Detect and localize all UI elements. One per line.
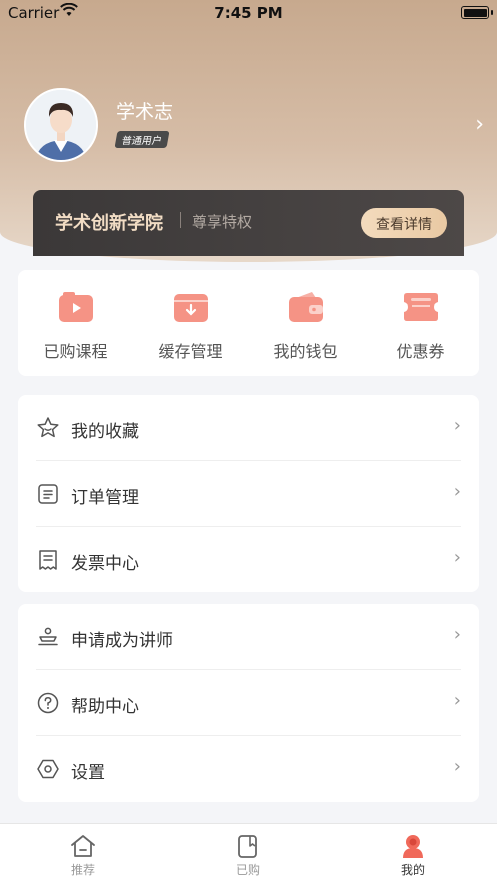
menu-item-orders[interactable]: 订单管理 › [18, 461, 479, 527]
menu-label: 订单管理 [71, 488, 139, 508]
chevron-right-icon: › [453, 690, 461, 711]
vip-title: 学术创新学院 [55, 213, 163, 234]
menu-label: 发票中心 [71, 554, 139, 574]
menu-group-support: 申请成为讲师 › 帮助中心 › 设置 › [18, 604, 479, 802]
vip-banner[interactable]: 学术创新学院 尊享特权 查看详情 [33, 190, 464, 256]
user-icon [403, 835, 423, 858]
quick-item-coupons[interactable]: 优惠券 [363, 270, 478, 376]
quick-item-cache-management[interactable]: 缓存管理 [133, 270, 248, 376]
download-box-icon [174, 294, 208, 322]
chevron-right-icon: › [453, 547, 461, 568]
tab-label: 已购 [235, 863, 260, 877]
chevron-right-icon: › [453, 415, 461, 436]
menu-item-invoices[interactable]: 发票中心 › [18, 527, 479, 593]
quick-item-purchased-courses[interactable]: 已购课程 [18, 270, 133, 376]
quick-label: 优惠券 [396, 342, 445, 361]
menu-item-help-center[interactable]: 帮助中心 › [18, 670, 479, 736]
menu-item-become-lecturer[interactable]: 申请成为讲师 › [18, 604, 479, 670]
avatar[interactable] [24, 88, 98, 162]
profile-header[interactable]: 学术志 普通用户 › [24, 88, 484, 162]
tab-label: 我的 [400, 863, 425, 877]
chevron-right-icon[interactable]: › [475, 112, 484, 137]
menu-label: 设置 [71, 763, 105, 783]
chevron-right-icon: › [453, 756, 461, 777]
status-time: 7:45 PM [214, 4, 283, 22]
lectern-icon [38, 627, 58, 646]
help-icon [37, 692, 59, 714]
menu-label: 帮助中心 [71, 697, 139, 717]
vip-subtitle: 尊享特权 [192, 213, 253, 231]
chevron-right-icon: › [453, 624, 461, 645]
settings-icon [37, 759, 59, 779]
tab-bar: 推荐 已购 我的 [0, 823, 497, 884]
quick-label: 我的钱包 [273, 342, 338, 361]
invoice-icon [39, 550, 57, 570]
menu-label: 申请成为讲师 [71, 631, 173, 651]
wallet-icon [289, 292, 323, 322]
vip-divider [180, 212, 181, 228]
tab-recommend[interactable]: 推荐 [23, 824, 143, 884]
battery-icon [461, 6, 489, 19]
tab-purchased[interactable]: 已购 [188, 824, 308, 884]
ticket-icon [404, 293, 438, 321]
quick-label: 已购课程 [43, 342, 108, 361]
menu-label: 我的收藏 [71, 422, 139, 442]
view-details-button[interactable]: 查看详情 [361, 208, 447, 238]
order-icon [38, 484, 58, 504]
notebook-icon [238, 835, 257, 858]
status-bar: Carrier 7:45 PM [0, 0, 497, 26]
tab-label: 推荐 [70, 863, 95, 877]
menu-item-favorites[interactable]: 我的收藏 › [18, 395, 479, 461]
menu-item-settings[interactable]: 设置 › [18, 736, 479, 802]
menu-group-account: 我的收藏 › 订单管理 › 发票中心 › [18, 395, 479, 592]
quick-label: 缓存管理 [158, 342, 223, 361]
tab-mine[interactable]: 我的 [353, 824, 473, 884]
quick-actions-card: 已购课程 缓存管理 我的钱包 优惠券 [18, 270, 479, 376]
person-avatar-icon [26, 90, 96, 160]
quick-item-wallet[interactable]: 我的钱包 [248, 270, 363, 376]
user-level-badge: 普通用户 [114, 131, 170, 148]
star-icon [37, 417, 59, 438]
video-folder-icon [59, 292, 93, 322]
home-icon [71, 835, 95, 857]
battery-cap [491, 10, 493, 15]
user-name: 学术志 [116, 101, 174, 123]
chevron-right-icon: › [453, 481, 461, 502]
